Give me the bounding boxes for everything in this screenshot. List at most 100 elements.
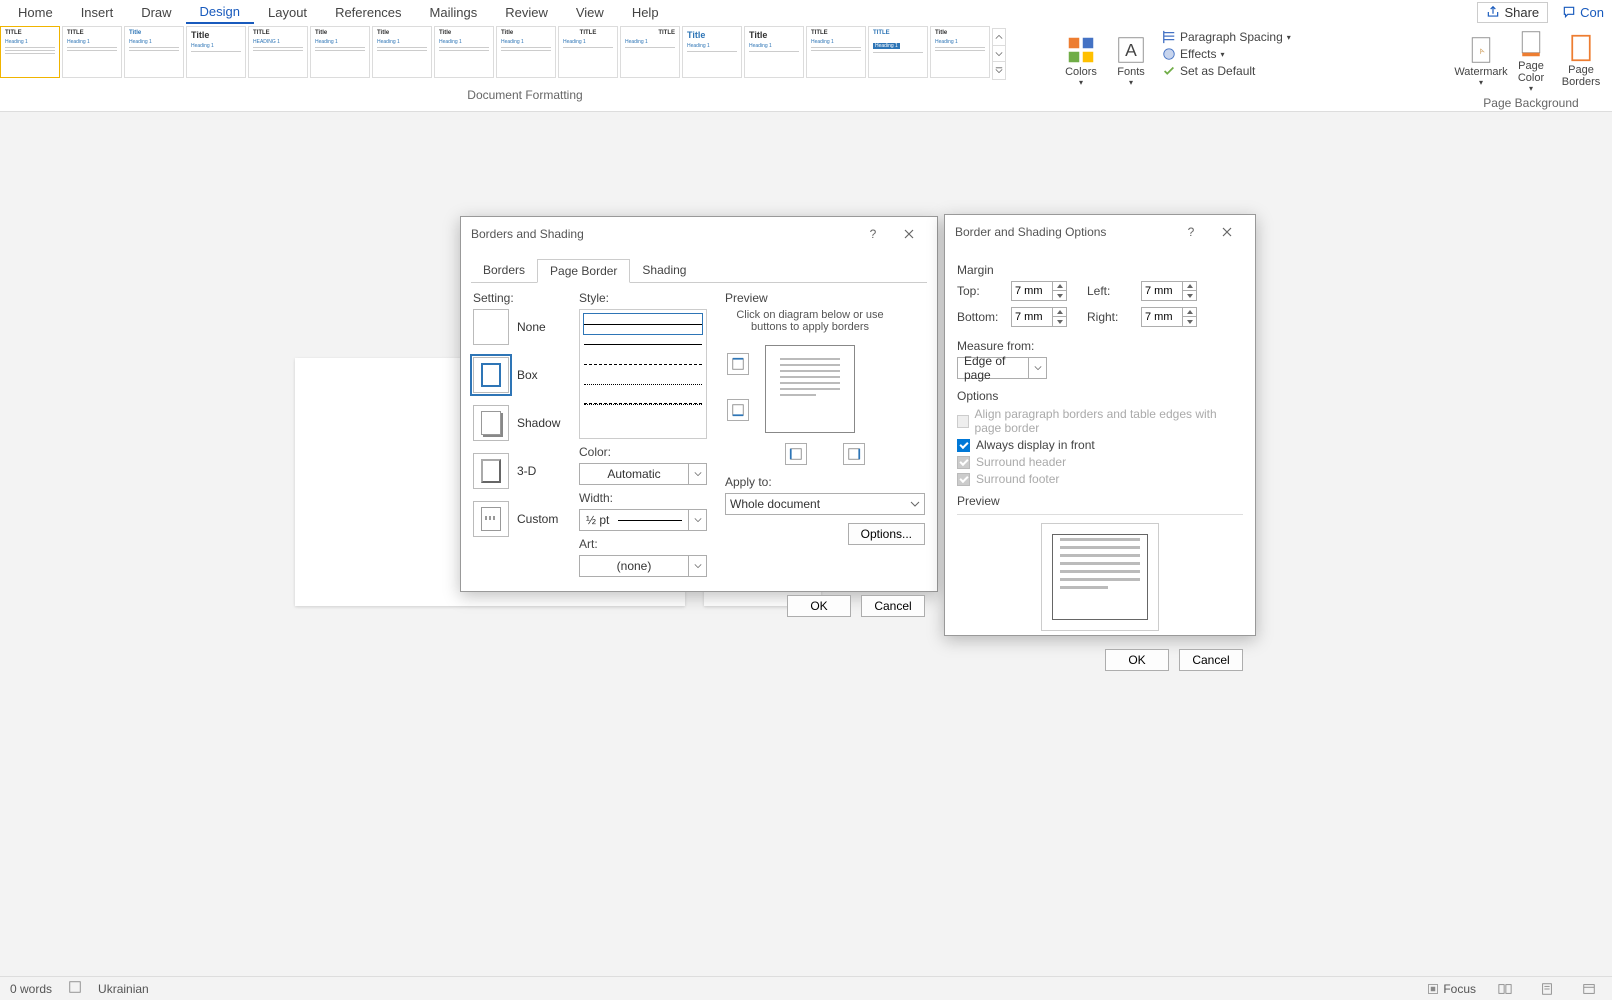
watermark-button[interactable]: A Watermark▾ bbox=[1456, 26, 1506, 96]
theme-card[interactable]: TITLEHeading 1 bbox=[558, 26, 618, 78]
theme-card[interactable]: TitleHeading 1 bbox=[372, 26, 432, 78]
theme-card[interactable]: TITLEHeading 1 bbox=[0, 26, 60, 78]
style-list[interactable] bbox=[579, 309, 707, 439]
print-layout-button[interactable] bbox=[1534, 980, 1560, 998]
theme-card[interactable]: TitleHeading 1 bbox=[744, 26, 804, 78]
cancel-button[interactable]: Cancel bbox=[1179, 649, 1243, 671]
dialog-titlebar[interactable]: Border and Shading Options ? bbox=[945, 215, 1255, 249]
set-default-button[interactable]: Set as Default bbox=[1162, 64, 1291, 78]
fonts-button[interactable]: A Fonts▾ bbox=[1106, 26, 1156, 96]
setting-3d[interactable]: 3-D bbox=[473, 453, 561, 489]
tab-mailings[interactable]: Mailings bbox=[416, 2, 492, 23]
tab-home[interactable]: Home bbox=[4, 2, 67, 23]
word-count[interactable]: 0 words bbox=[10, 982, 52, 996]
theme-card[interactable]: TitleHeading 1 bbox=[496, 26, 556, 78]
read-mode-button[interactable] bbox=[1492, 980, 1518, 998]
margin-right-input[interactable] bbox=[1142, 311, 1182, 323]
page-borders-button[interactable]: Page Borders bbox=[1556, 26, 1606, 96]
style-option[interactable] bbox=[584, 354, 702, 374]
margin-top-spinner[interactable] bbox=[1011, 281, 1067, 301]
margin-left-input[interactable] bbox=[1142, 285, 1182, 297]
measure-from-combo[interactable]: Edge of page bbox=[957, 357, 1047, 379]
gallery-up[interactable] bbox=[993, 29, 1005, 46]
margin-right-spinner[interactable] bbox=[1141, 307, 1197, 327]
page-color-button[interactable]: Page Color▾ bbox=[1506, 26, 1556, 96]
tab-review[interactable]: Review bbox=[491, 2, 562, 23]
tab-help[interactable]: Help bbox=[618, 2, 673, 23]
colors-icon bbox=[1067, 36, 1095, 64]
tab-design[interactable]: Design bbox=[186, 1, 254, 24]
setting-shadow[interactable]: Shadow bbox=[473, 405, 561, 441]
theme-card[interactable]: TITLEHeading 1 bbox=[868, 26, 928, 78]
edge-right-button[interactable] bbox=[843, 443, 865, 465]
style-option[interactable] bbox=[584, 374, 702, 394]
theme-card[interactable]: TITLEHEADING 1 bbox=[248, 26, 308, 78]
theme-card[interactable]: TitleHeading 1 bbox=[124, 26, 184, 78]
setting-custom[interactable]: Custom bbox=[473, 501, 561, 537]
edge-top-button[interactable] bbox=[727, 353, 749, 375]
setting-none[interactable]: None bbox=[473, 309, 561, 345]
measure-label: Measure from: bbox=[957, 339, 1243, 353]
color-label: Color: bbox=[579, 445, 707, 459]
margin-left-spinner[interactable] bbox=[1141, 281, 1197, 301]
style-option[interactable] bbox=[584, 314, 702, 334]
always-front-checkbox[interactable]: Always display in front bbox=[957, 438, 1243, 452]
colors-button[interactable]: Colors▾ bbox=[1056, 26, 1106, 96]
dialog-tabs: Borders Page Border Shading bbox=[471, 259, 927, 283]
edge-bottom-button[interactable] bbox=[727, 399, 749, 421]
theme-card[interactable]: TitleHeading 1 bbox=[186, 26, 246, 78]
width-combo[interactable]: ½ pt bbox=[579, 509, 707, 531]
ok-button[interactable]: OK bbox=[787, 595, 851, 617]
tab-page-border[interactable]: Page Border bbox=[537, 259, 630, 283]
align-para-checkbox: Align paragraph borders and table edges … bbox=[957, 407, 1243, 435]
comments-button[interactable]: Con bbox=[1554, 3, 1608, 22]
ok-button[interactable]: OK bbox=[1105, 649, 1169, 671]
help-button[interactable]: ? bbox=[1173, 221, 1209, 243]
theme-card[interactable]: TitleHeading 1 bbox=[682, 26, 742, 78]
options-button[interactable]: Options... bbox=[848, 523, 925, 545]
gallery-scroll[interactable] bbox=[992, 28, 1006, 80]
help-button[interactable]: ? bbox=[855, 223, 891, 245]
theme-gallery[interactable]: TITLEHeading 1 TITLEHeading 1 TitleHeadi… bbox=[0, 24, 1050, 82]
theme-card[interactable]: TITLEHeading 1 bbox=[62, 26, 122, 78]
effects-button[interactable]: Effects▾ bbox=[1162, 47, 1291, 61]
dialog-titlebar[interactable]: Borders and Shading ? bbox=[461, 217, 937, 251]
tab-view[interactable]: View bbox=[562, 2, 618, 23]
tab-references[interactable]: References bbox=[321, 2, 415, 23]
preview-hint: Click on diagram below or use buttons to… bbox=[725, 309, 895, 333]
theme-card[interactable]: TITLEHeading 1 bbox=[806, 26, 866, 78]
paragraph-spacing-button[interactable]: Paragraph Spacing▾ bbox=[1162, 30, 1291, 44]
theme-card[interactable]: TITLEHeading 1 bbox=[620, 26, 680, 78]
edge-left-button[interactable] bbox=[785, 443, 807, 465]
theme-card[interactable]: TitleHeading 1 bbox=[310, 26, 370, 78]
preview-page[interactable] bbox=[765, 345, 855, 433]
theme-card[interactable]: TitleHeading 1 bbox=[434, 26, 494, 78]
preview-diagram[interactable] bbox=[725, 339, 895, 439]
style-option[interactable] bbox=[584, 334, 702, 354]
setting-box[interactable]: Box bbox=[473, 357, 561, 393]
tab-layout[interactable]: Layout bbox=[254, 2, 321, 23]
gallery-down[interactable] bbox=[993, 46, 1005, 63]
close-button[interactable] bbox=[1209, 221, 1245, 243]
art-combo[interactable]: (none) bbox=[579, 555, 707, 577]
tab-insert[interactable]: Insert bbox=[67, 2, 128, 23]
style-option[interactable] bbox=[584, 394, 702, 414]
focus-button[interactable]: Focus bbox=[1427, 982, 1476, 996]
share-button[interactable]: Share bbox=[1477, 2, 1548, 23]
language-status[interactable]: Ukrainian bbox=[98, 982, 149, 996]
status-bar: 0 words Ukrainian Focus bbox=[0, 976, 1612, 1000]
margin-top-input[interactable] bbox=[1012, 285, 1052, 297]
apply-to-combo[interactable]: Whole document bbox=[725, 493, 925, 515]
tab-draw[interactable]: Draw bbox=[127, 2, 185, 23]
tab-borders[interactable]: Borders bbox=[471, 259, 537, 282]
gallery-more[interactable] bbox=[993, 62, 1005, 79]
close-button[interactable] bbox=[891, 223, 927, 245]
margin-bottom-spinner[interactable] bbox=[1011, 307, 1067, 327]
tab-shading[interactable]: Shading bbox=[630, 259, 698, 282]
spellcheck-icon[interactable] bbox=[68, 980, 82, 997]
margin-bottom-input[interactable] bbox=[1012, 311, 1052, 323]
color-combo[interactable]: Automatic bbox=[579, 463, 707, 485]
cancel-button[interactable]: Cancel bbox=[861, 595, 925, 617]
web-layout-button[interactable] bbox=[1576, 980, 1602, 998]
theme-card[interactable]: TitleHeading 1 bbox=[930, 26, 990, 78]
